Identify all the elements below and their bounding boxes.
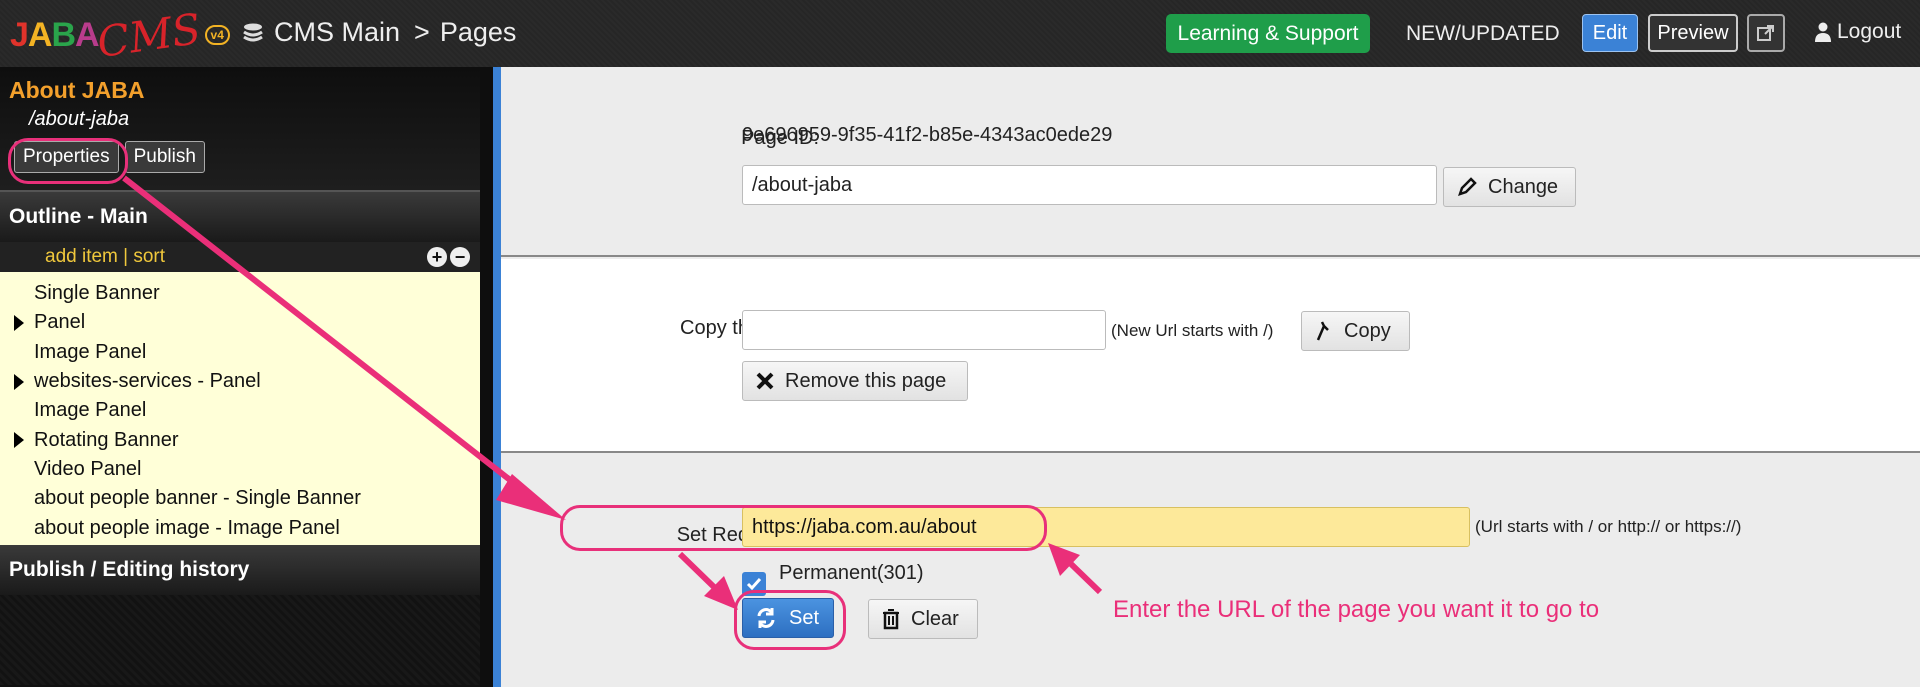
change-url-button[interactable]: Change [1443, 167, 1576, 207]
publish-history-header[interactable]: Publish / Editing history [0, 545, 480, 595]
outline-item[interactable]: Video Panel [0, 455, 480, 484]
outline-item[interactable]: Image Panel [0, 396, 480, 425]
outline-item-label: Panel [34, 311, 86, 334]
external-link-icon [1757, 25, 1774, 41]
annotation-ring-set [734, 590, 846, 650]
copy-page-button[interactable]: Copy [1301, 311, 1410, 351]
sidebar-accent-bar [493, 67, 501, 687]
permanent-label: Permanent(301) [779, 562, 924, 584]
learning-support-button[interactable]: Learning & Support [1166, 14, 1370, 53]
breadcrumb-pages[interactable]: Pages [440, 17, 517, 48]
outline-actions-link[interactable]: add item | sort [45, 246, 165, 267]
pencil-icon [1458, 177, 1477, 196]
clear-redirection-button[interactable]: Clear [868, 599, 978, 639]
page-id-value: 9e696959-9f35-41f2-b85e-4343ac0ede29 [742, 124, 1113, 146]
outline-header[interactable]: Outline - Main [0, 192, 480, 242]
outline-item-label: websites-services - Panel [34, 370, 261, 393]
copy-button-label: Copy [1344, 319, 1391, 342]
outline-item-label: Rotating Banner [34, 428, 179, 451]
clear-button-label: Clear [911, 607, 959, 630]
outline-list: Single Banner Panel Image Panel websites… [0, 272, 480, 545]
expand-triangle-icon[interactable] [14, 432, 24, 449]
new-updated-link[interactable]: NEW/UPDATED [1406, 22, 1560, 46]
outline-item[interactable]: about people image - Image Panel [0, 513, 480, 542]
sidebar-divider[interactable] [480, 67, 493, 687]
expand-all-icon[interactable]: + [427, 247, 447, 267]
url-input[interactable]: /about-jaba [742, 165, 1437, 205]
open-external-button[interactable] [1747, 14, 1785, 52]
publish-history-body [0, 595, 480, 685]
page-title: About JABA [9, 77, 145, 103]
expand-triangle-icon[interactable] [14, 373, 24, 390]
annotation-text: Enter the URL of the page you want it to… [1113, 596, 1600, 623]
copy-url-input[interactable] [742, 310, 1106, 350]
page-slug: /about-jaba [29, 108, 130, 130]
outline-item[interactable]: Single Banner [0, 279, 480, 308]
logout-link[interactable]: Logout [1815, 20, 1901, 44]
logout-label: Logout [1837, 20, 1902, 43]
remove-page-button[interactable]: Remove this page [742, 361, 968, 401]
outline-item[interactable]: about people banner - Single Banner [0, 484, 480, 513]
main-panel: Page ID: 9e696959-9f35-41f2-b85e-4343ac0… [501, 67, 1920, 687]
breadcrumb-separator: > [414, 17, 430, 47]
change-button-label: Change [1488, 175, 1559, 198]
outline-item-label: Single Banner [34, 282, 160, 305]
redirect-url-hint: (Url starts with / or http:// or https:/… [1475, 517, 1742, 536]
close-icon [756, 372, 774, 390]
outline-toolbar: add item | sort + − [0, 242, 480, 272]
outline-item[interactable]: websites-services - Panel [0, 367, 480, 396]
user-icon [1815, 22, 1831, 42]
page-info-section: Page ID: 9e696959-9f35-41f2-b85e-4343ac0… [501, 67, 1920, 257]
annotation-ring-redirection [560, 505, 1047, 551]
annotation-ring-properties [8, 138, 128, 184]
breadcrumb: CMS Main > Pages [242, 17, 516, 48]
preview-button[interactable]: Preview [1648, 14, 1738, 52]
outline-item-label: Image Panel [34, 399, 147, 422]
edit-button[interactable]: Edit [1582, 14, 1638, 52]
remove-button-label: Remove this page [785, 369, 947, 392]
logo-letter: A [27, 15, 53, 54]
logo-jaba-text: JABA [10, 15, 100, 55]
jaba-cms-logo[interactable]: JABA CMS v4 [10, 4, 230, 66]
copy-url-hint: (New Url starts with /) [1111, 321, 1274, 340]
copy-wand-icon [1316, 321, 1329, 341]
redirection-section: Set Redirection: https://jaba.com.au/abo… [501, 455, 1920, 687]
trash-icon [883, 609, 899, 630]
logo-version-badge: v4 [204, 25, 230, 45]
checkmark-icon [746, 578, 762, 591]
outline-item[interactable]: Panel [0, 308, 480, 337]
breadcrumb-cms-main[interactable]: CMS Main [274, 17, 400, 48]
collapse-all-icon[interactable]: − [450, 247, 470, 267]
outline-item[interactable]: Rotating Banner [0, 425, 480, 454]
outline-item-label: about people image - Image Panel [34, 516, 340, 539]
outline-item-label: Video Panel [34, 457, 142, 480]
page-actions-section: Copy this page: (New Url starts with /) … [501, 259, 1920, 453]
logo-cms-script: CMS [93, 3, 204, 67]
expand-triangle-icon[interactable] [14, 315, 24, 332]
outline-item[interactable]: Image Panel [0, 338, 480, 367]
logo-letter: B [51, 15, 76, 54]
layers-icon [243, 23, 263, 41]
top-bar: JABA CMS v4 CMS Main > Pages Learning & … [0, 0, 1920, 67]
outline-item-label: Image Panel [34, 340, 147, 363]
logo-letter: J [10, 15, 29, 54]
outline-item-label: about people banner - Single Banner [34, 487, 361, 510]
publish-button[interactable]: Publish [124, 141, 205, 173]
